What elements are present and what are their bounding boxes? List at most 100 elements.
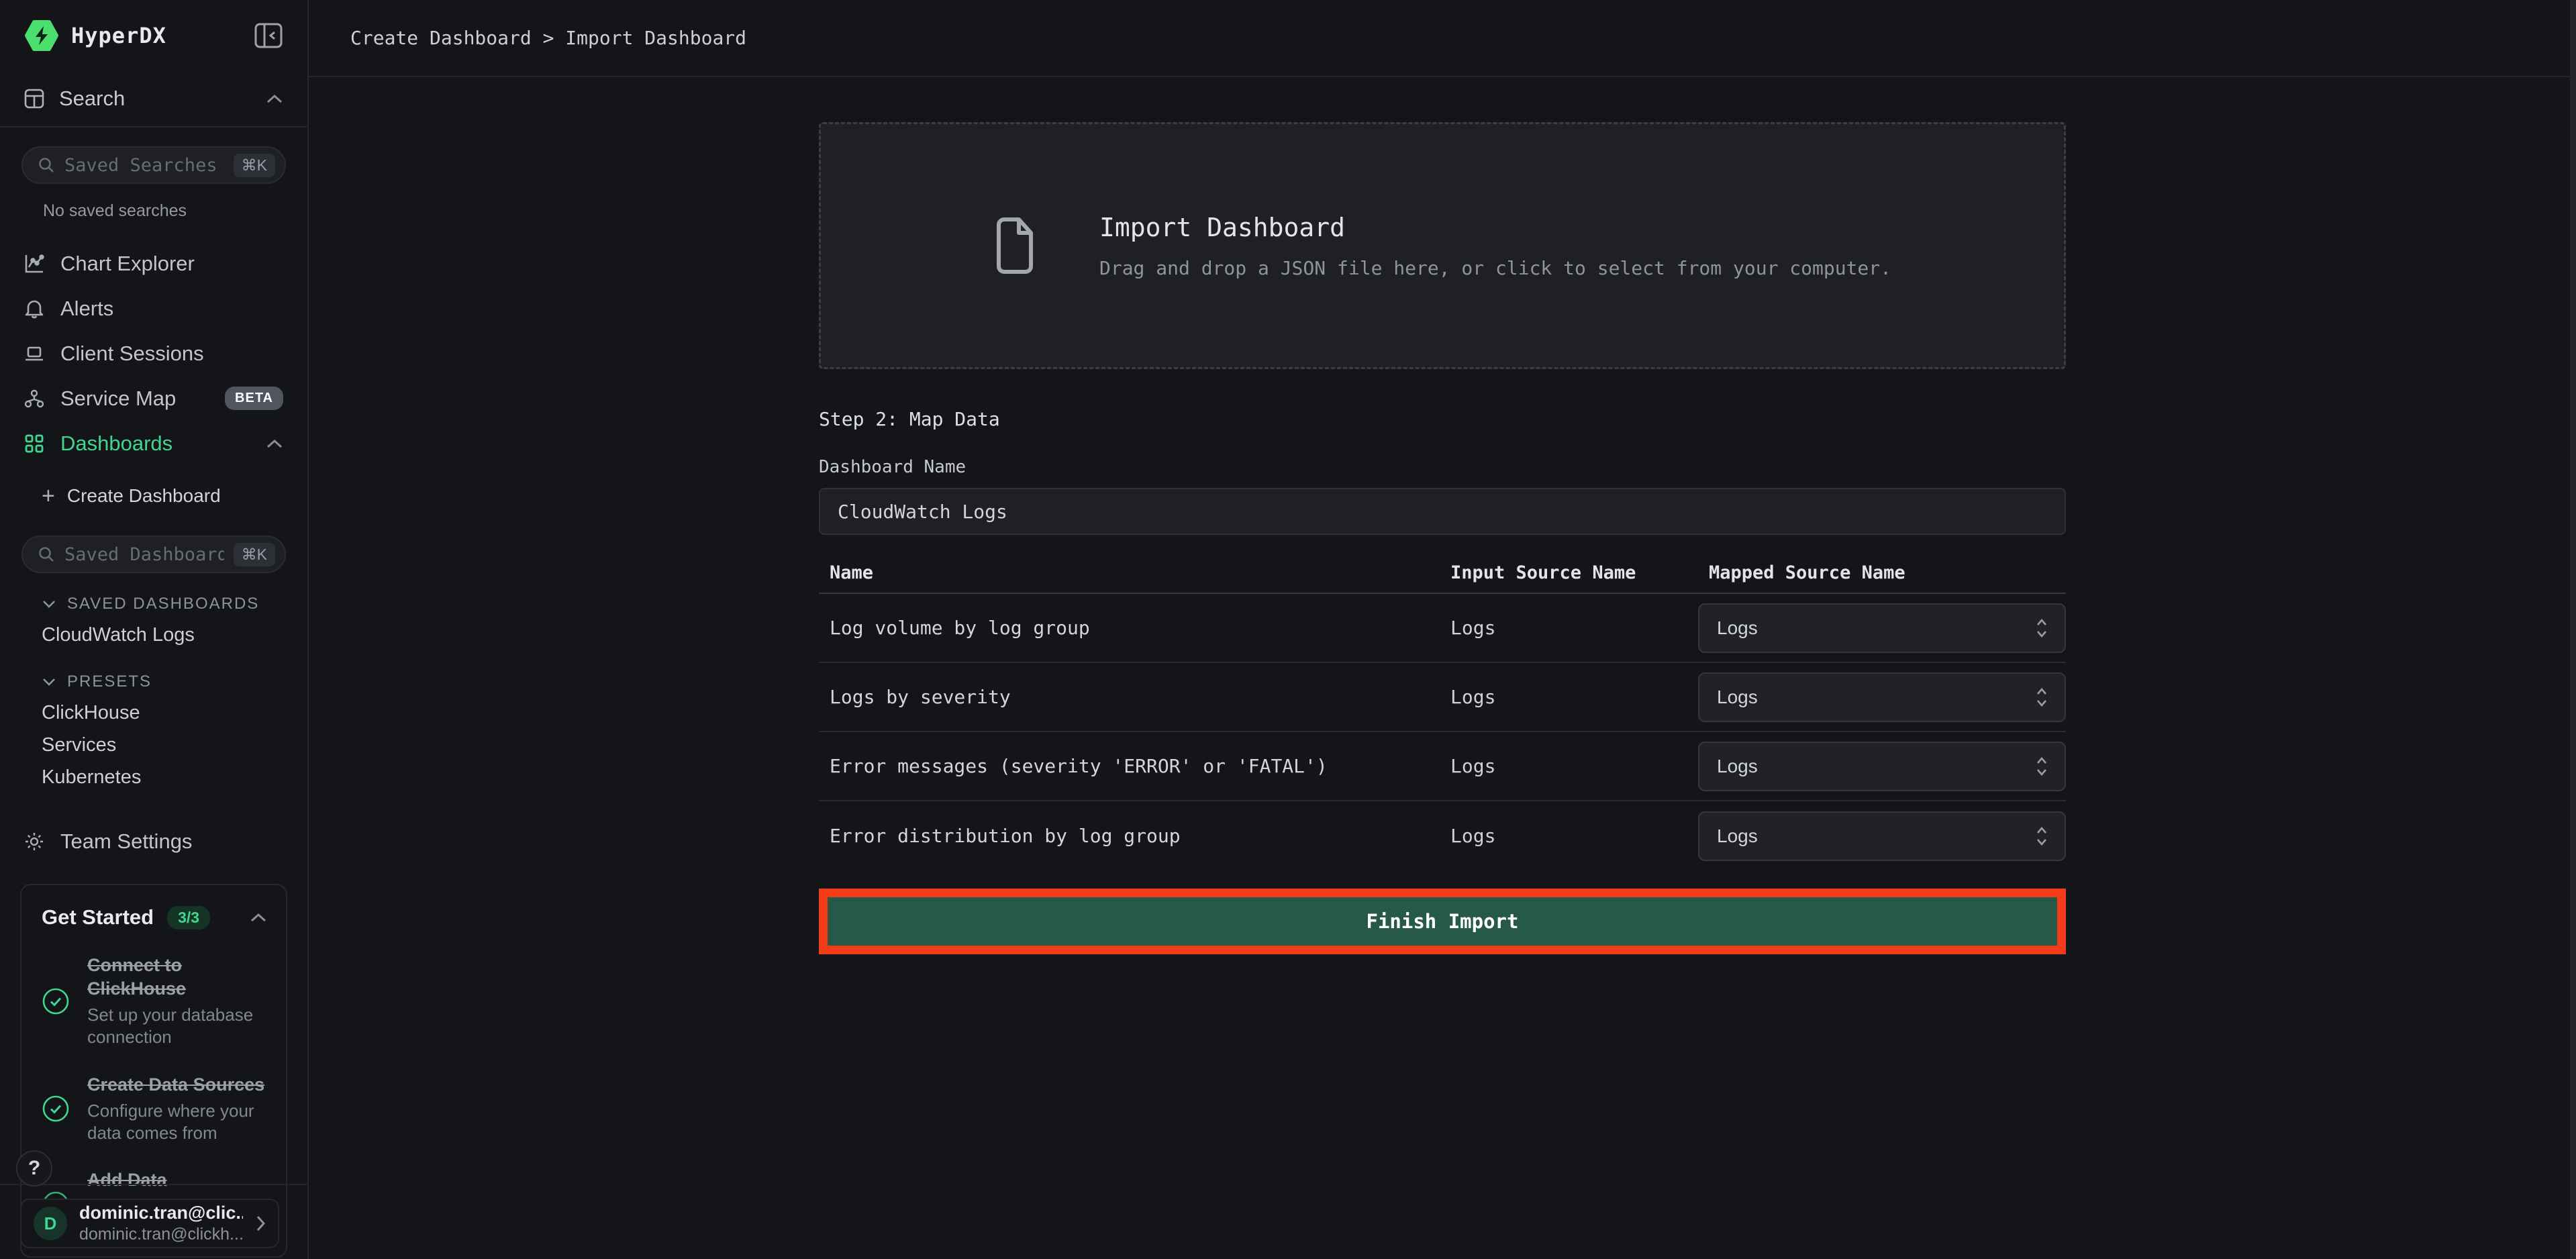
- user-account-button[interactable]: D dominic.tran@clic... dominic.tran@clic…: [20, 1199, 279, 1248]
- mapped-source-select[interactable]: Logs: [1698, 603, 2066, 653]
- task-subtitle: Configure where your data comes from: [87, 1100, 267, 1145]
- saved-dashboards-input[interactable]: ⌘K: [21, 536, 286, 573]
- column-header-input-source: Input Source Name: [1440, 562, 1698, 583]
- mapped-source-value: Logs: [1717, 687, 1758, 708]
- breadcrumb[interactable]: Create Dashboard > Import Dashboard: [350, 27, 746, 49]
- task-title: Add Data: [87, 1168, 267, 1192]
- sidebar-item-dashboards[interactable]: Dashboards: [0, 421, 307, 466]
- chevron-up-icon: [266, 438, 283, 449]
- source-mapping-table: Name Input Source Name Mapped Source Nam…: [819, 552, 2066, 870]
- mapped-source-select[interactable]: Logs: [1698, 742, 2066, 791]
- input-source-name: Logs: [1440, 755, 1698, 777]
- help-button[interactable]: ?: [16, 1150, 52, 1187]
- chart-name: Logs by severity: [819, 686, 1440, 708]
- column-header-name: Name: [819, 562, 1440, 583]
- mapped-source-value: Logs: [1717, 756, 1758, 777]
- check-circle-icon: [42, 987, 70, 1015]
- nav-label: Chart Explorer: [60, 252, 195, 276]
- nav-label: Client Sessions: [60, 342, 204, 366]
- mapped-source-select[interactable]: Logs: [1698, 811, 2066, 861]
- input-source-name: Logs: [1440, 825, 1698, 847]
- table-row: Error distribution by log group Logs Log…: [819, 801, 2066, 870]
- dashboards-grid-icon: [24, 434, 44, 454]
- get-started-header[interactable]: Get Started 3/3: [42, 905, 267, 929]
- sidebar-item-kubernetes[interactable]: Kubernetes: [0, 761, 307, 793]
- section-label: PRESETS: [67, 672, 152, 691]
- chevron-up-icon: [266, 93, 283, 104]
- table-row: Error messages (severity 'ERROR' or 'FAT…: [819, 732, 2066, 801]
- beta-badge: BETA: [225, 387, 283, 410]
- sidebar-collapse-icon[interactable]: [254, 22, 283, 49]
- sidebar-nav: Chart Explorer Alerts Client Sessions: [0, 241, 307, 466]
- check-circle-icon: [42, 1095, 70, 1123]
- laptop-icon: [24, 344, 44, 364]
- dashboard-name-input[interactable]: [820, 501, 2065, 523]
- json-dropzone[interactable]: Import Dashboard Drag and drop a JSON fi…: [819, 122, 2066, 369]
- table-row: Logs by severity Logs Logs: [819, 663, 2066, 732]
- sidebar-item-chart-explorer[interactable]: Chart Explorer: [0, 241, 307, 286]
- import-dashboard-content: Import Dashboard Drag and drop a JSON fi…: [819, 122, 2066, 954]
- topbar: Create Dashboard > Import Dashboard: [309, 0, 2576, 77]
- logo-row: HyperDX: [0, 0, 307, 71]
- search-icon: [38, 156, 55, 174]
- chart-name: Error messages (severity 'ERROR' or 'FAT…: [819, 755, 1440, 777]
- hyperdx-logo-icon: [24, 18, 59, 53]
- dropzone-subtitle: Drag and drop a JSON file here, or click…: [1099, 257, 1891, 279]
- task-title: Connect to ClickHouse: [87, 954, 267, 1001]
- saved-searches-field[interactable]: [64, 155, 224, 176]
- app-title: HyperDX: [71, 23, 166, 48]
- nav-label: Service Map: [60, 387, 176, 411]
- sidebar-item-client-sessions[interactable]: Client Sessions: [0, 331, 307, 376]
- table-header-row: Name Input Source Name Mapped Source Nam…: [819, 552, 2066, 594]
- service-map-icon: [24, 389, 44, 409]
- dropzone-title: Import Dashboard: [1099, 213, 1891, 242]
- chevron-updown-icon: [2035, 755, 2048, 778]
- sidebar-item-service-map[interactable]: Service Map BETA: [0, 376, 307, 421]
- search-icon: [38, 546, 55, 563]
- column-header-mapped-source: Mapped Source Name: [1698, 562, 2066, 583]
- presets-section-header[interactable]: PRESETS: [0, 667, 307, 697]
- search-section-label: Search: [59, 87, 125, 111]
- nav-label: Dashboards: [60, 432, 172, 456]
- sidebar-item-clickhouse[interactable]: ClickHouse: [0, 697, 307, 729]
- saved-dashboards-section-header[interactable]: SAVED DASHBOARDS: [0, 589, 307, 619]
- get-started-title: Get Started: [42, 905, 154, 929]
- bell-icon: [24, 299, 44, 319]
- vertical-scrollbar[interactable]: [2570, 0, 2576, 1259]
- mapped-source-select[interactable]: Logs: [1698, 672, 2066, 722]
- task-subtitle: Set up your database connection: [87, 1004, 267, 1049]
- sidebar-item-cloudwatch-logs[interactable]: CloudWatch Logs: [0, 619, 307, 651]
- create-dashboard-button[interactable]: + Create Dashboard: [0, 475, 307, 517]
- mapped-source-value: Logs: [1717, 617, 1758, 639]
- get-started-item-connect[interactable]: Connect to ClickHouse Set up your databa…: [42, 954, 267, 1049]
- no-saved-searches-note: No saved searches: [43, 201, 307, 221]
- sidebar-item-team-settings[interactable]: Team Settings: [0, 819, 307, 864]
- shortcut-badge: ⌘K: [234, 543, 275, 566]
- sidebar-item-services[interactable]: Services: [0, 729, 307, 761]
- chevron-down-icon: [42, 599, 56, 609]
- input-source-name: Logs: [1440, 686, 1698, 708]
- get-started-item-sources[interactable]: Create Data Sources Configure where your…: [42, 1073, 267, 1145]
- sidebar-item-alerts[interactable]: Alerts: [0, 286, 307, 331]
- section-label: SAVED DASHBOARDS: [67, 595, 259, 613]
- saved-searches-input[interactable]: ⌘K: [21, 146, 286, 184]
- chevron-updown-icon: [2035, 617, 2048, 640]
- plus-icon: +: [42, 485, 55, 507]
- finish-import-button[interactable]: Finish Import: [828, 897, 2057, 946]
- file-icon: [993, 217, 1035, 274]
- chevron-right-icon: [255, 1215, 266, 1232]
- sidebar-section-search[interactable]: Search: [0, 71, 307, 128]
- sidebar: HyperDX Search ⌘K No saved sear: [0, 0, 309, 1259]
- team-settings-label: Team Settings: [60, 829, 192, 854]
- user-email: dominic.tran@clickh...: [79, 1225, 243, 1244]
- shortcut-badge: ⌘K: [234, 154, 275, 177]
- user-name: dominic.tran@clic...: [79, 1203, 243, 1223]
- create-dashboard-label: Create Dashboard: [67, 485, 221, 507]
- input-source-name: Logs: [1440, 617, 1698, 639]
- task-title: Create Data Sources: [87, 1073, 267, 1097]
- get-started-progress-badge: 3/3: [167, 906, 210, 929]
- action-highlight-box: Finish Import: [819, 889, 2066, 954]
- avatar: D: [34, 1207, 67, 1240]
- chart-name: Log volume by log group: [819, 617, 1440, 639]
- saved-dashboards-field[interactable]: [64, 544, 224, 565]
